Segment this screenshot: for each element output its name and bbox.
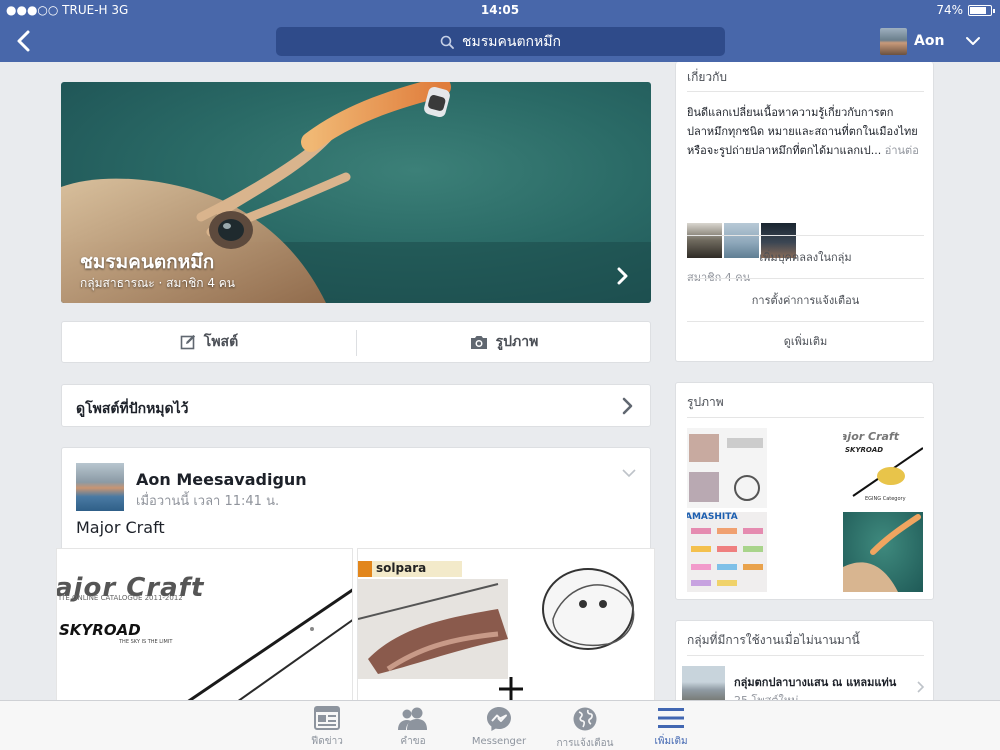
battery-status: 74%: [936, 3, 995, 17]
photo-thumbnail[interactable]: [843, 512, 923, 592]
menu-icon: [658, 708, 684, 728]
clock: 14:05: [480, 3, 520, 17]
thumb-text-category: EGING Category: [865, 496, 906, 502]
group-cover-photo[interactable]: ชมรมคนตกหมึก กลุ่มสาธารณะ · สมาชิก 4 คน: [61, 82, 651, 303]
jig-lures-thumbnail: [691, 528, 763, 586]
search-query: ชมรมคนตกหมึก: [462, 33, 561, 50]
squid-thumbnail: [843, 514, 921, 592]
recent-groups-panel: กลุ่มที่มีการใช้งานเมื่อไม่นานมานี้ กลุ่…: [675, 620, 934, 710]
tab-notifications[interactable]: การแจ้งเตือน: [542, 706, 628, 750]
tab-label: Messenger: [471, 736, 527, 747]
globe-notifications-icon: [573, 707, 597, 731]
recent-groups-title: กลุ่มที่มีการใช้งานเมื่อไม่นานมานี้: [687, 633, 860, 647]
photos-title[interactable]: รูปภาพ: [687, 393, 724, 412]
group-subtitle: กลุ่มสาธารณะ · สมาชิก 4 คน: [80, 276, 235, 290]
chevron-right-icon[interactable]: [613, 267, 631, 285]
compose-icon: [180, 334, 195, 350]
camera-icon: [470, 335, 487, 349]
news-feed-icon: [314, 706, 340, 730]
divider: [687, 655, 924, 656]
top-navigation-bar: ชมรมคนตกหมึก Aon: [0, 20, 1000, 62]
user-avatar[interactable]: [880, 28, 907, 55]
add-member-link[interactable]: เพิ่มบุคคลลงในกลุ่ม: [687, 235, 924, 278]
back-arrow-icon[interactable]: [12, 28, 38, 54]
photo-button[interactable]: รูปภาพ: [357, 322, 651, 362]
divider: [687, 91, 924, 92]
composer-actions: โพสต์ รูปภาพ: [61, 321, 651, 363]
pinned-posts-row[interactable]: ดูโพสต์ที่ปักหมุดไว้: [61, 384, 651, 427]
battery-percent: 74%: [936, 3, 963, 17]
post-timestamp[interactable]: เมื่อวานนี้ เวลา 11:41 น.: [136, 490, 279, 511]
group-name[interactable]: กลุ่มตกปลาบางแสน ณ แหลมแท่น: [734, 673, 896, 691]
about-description: ยินดีแลกเปลี่ยนเนื้อหาความรู้เกี่ยวกับกา…: [687, 103, 925, 160]
thumb-text-yamashita: AMASHITA: [687, 512, 738, 522]
photo-thumbnail[interactable]: ajor Craft SKYROAD EGING Category: [843, 428, 923, 508]
group-title: ชมรมคนตกหมึก: [80, 251, 215, 273]
photo-label: รูปภาพ: [495, 334, 539, 350]
see-more-link[interactable]: ดูเพิ่มเติม: [687, 319, 924, 362]
tab-label: เพิ่มเติม: [654, 736, 688, 747]
author-avatar[interactable]: [76, 463, 124, 511]
post-text: Major Craft: [76, 518, 165, 537]
pinned-posts-label: ดูโพสต์ที่ปักหมุดไว้: [76, 401, 189, 417]
search-icon: [440, 35, 454, 49]
friend-requests-icon: [398, 707, 427, 730]
battery-icon: [968, 4, 995, 16]
photos-panel: รูปภาพ ajor Craft SKYROAD EGING Category…: [675, 382, 934, 600]
post-label: โพสต์: [203, 334, 239, 350]
collage-thumbnail: [689, 434, 763, 502]
tab-requests[interactable]: คำขอ: [370, 706, 456, 749]
tab-label: คำขอ: [400, 736, 426, 747]
chevron-right-icon[interactable]: [916, 681, 925, 693]
tab-label: ฟีดข่าว: [311, 736, 343, 747]
user-name[interactable]: Aon: [914, 33, 944, 49]
tab-news-feed[interactable]: ฟีดข่าว: [284, 706, 370, 749]
post-button[interactable]: โพสต์: [62, 322, 356, 362]
tab-label: การแจ้งเตือน: [556, 738, 614, 749]
read-more-link[interactable]: อ่านต่อ: [885, 144, 919, 157]
post-photo-2[interactable]: solpara: [357, 548, 655, 708]
tab-messenger[interactable]: Messenger: [456, 706, 542, 747]
status-bar: ●●●○○ TRUE-H 3G 14:05 74%: [0, 0, 1000, 20]
notification-settings-link[interactable]: การตั้งค่าการแจ้งเตือน: [687, 278, 924, 321]
about-title: เกี่ยวกับ: [687, 70, 728, 84]
fishing-rod-drawing: [177, 588, 352, 707]
post-author[interactable]: Aon Meesavadigun: [136, 470, 307, 489]
search-bar[interactable]: ชมรมคนตกหมึก: [276, 27, 725, 56]
squid-catch-drawing: [358, 568, 635, 701]
chevron-right-icon: [622, 397, 633, 415]
photo-thumbnail[interactable]: [687, 428, 767, 508]
chevron-down-icon[interactable]: [622, 468, 636, 478]
divider: [687, 417, 924, 418]
about-description-text: ยินดีแลกเปลี่ยนเนื้อหาความรู้เกี่ยวกับกา…: [687, 106, 918, 157]
bottom-tab-bar: ฟีดข่าว คำขอ Messenger การแจ้งเตือน เพิ่…: [0, 700, 1000, 750]
about-panel: เกี่ยวกับ ยินดีแลกเปลี่ยนเนื้อหาความรู้เ…: [675, 62, 934, 362]
thumb-text-brand: ajor Craft: [843, 430, 899, 443]
chevron-down-icon[interactable]: [964, 32, 982, 50]
messenger-icon: [487, 707, 511, 731]
tab-more[interactable]: เพิ่มเติม: [628, 706, 714, 749]
photo-thumbnail[interactable]: AMASHITA: [687, 512, 767, 592]
thumb-text-product: SKYROAD: [845, 446, 884, 454]
post-photo-1[interactable]: ajor Craft ITE ONLINE CATALOGUE 2011-201…: [56, 548, 353, 708]
